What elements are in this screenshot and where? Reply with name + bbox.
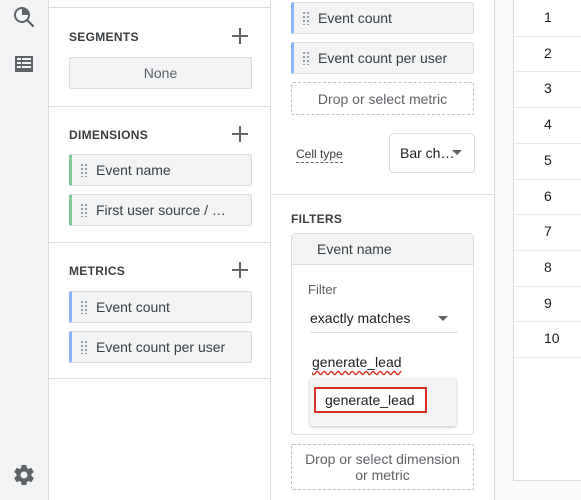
table-row-divider bbox=[514, 107, 581, 109]
table-icon[interactable] bbox=[12, 52, 36, 76]
metric-chip-event-count[interactable]: Event count bbox=[69, 291, 252, 323]
segments-title: SEGMENTS bbox=[69, 30, 139, 44]
drag-handle-icon[interactable] bbox=[80, 203, 88, 217]
cell-type-value: Bar ch… bbox=[400, 145, 455, 161]
table-row-divider bbox=[514, 321, 581, 323]
variables-panel: SEGMENTS None DIMENSIONS Event name Firs… bbox=[49, 0, 271, 500]
add-segment-icon[interactable] bbox=[232, 28, 248, 44]
drag-handle-icon[interactable] bbox=[302, 51, 310, 65]
segment-none-label: None bbox=[143, 65, 178, 81]
metric-chip-event-count-per-user[interactable]: Event count per user bbox=[69, 331, 252, 363]
dimensions-divider bbox=[49, 242, 270, 243]
cell-type-divider bbox=[271, 194, 494, 195]
metric-label: Event count bbox=[96, 299, 170, 315]
dimension-label: Event name bbox=[96, 162, 171, 178]
table-row-number: 5 bbox=[544, 151, 552, 168]
autocomplete-dropdown: generate_lead bbox=[310, 378, 456, 426]
table-row-number: 6 bbox=[544, 187, 552, 204]
table-row-number: 10 bbox=[544, 330, 560, 347]
top-divider bbox=[49, 7, 270, 8]
table-row-divider bbox=[514, 178, 581, 180]
metric-label: Event count per user bbox=[96, 339, 226, 355]
table-row-number: 1 bbox=[544, 9, 552, 25]
explore-icon[interactable] bbox=[12, 5, 36, 29]
table-row-divider bbox=[514, 214, 581, 216]
add-dimension-icon[interactable] bbox=[232, 126, 248, 142]
add-metric-icon[interactable] bbox=[232, 262, 248, 278]
filter-dimension-chip[interactable]: Event name bbox=[292, 234, 473, 265]
value-chip-event-count-per-user[interactable]: Event count per user bbox=[291, 42, 474, 74]
value-label: Event count per user bbox=[318, 50, 448, 66]
table-row-divider bbox=[514, 142, 581, 144]
dimensions-title: DIMENSIONS bbox=[69, 128, 149, 142]
table-row-number: 8 bbox=[544, 258, 552, 275]
table-row-divider bbox=[514, 35, 581, 37]
dimension-label: First user source / … bbox=[96, 202, 226, 218]
settings-gear-icon[interactable] bbox=[12, 463, 36, 487]
table-row-divider bbox=[514, 249, 581, 251]
metric-dropzone[interactable]: Drop or select metric bbox=[291, 82, 474, 115]
table-row-number: 7 bbox=[544, 223, 552, 240]
cell-type-label: Cell type bbox=[296, 147, 343, 163]
table-row-number: 9 bbox=[544, 294, 552, 311]
tab-settings-panel: Event count Event count per user Drop or… bbox=[271, 0, 495, 500]
chevron-down-icon bbox=[452, 150, 462, 155]
table-row-divider bbox=[514, 71, 581, 73]
table-row-number: 2 bbox=[544, 44, 552, 61]
left-nav-rail bbox=[0, 0, 49, 500]
dimension-chip-first-user-source[interactable]: First user source / … bbox=[69, 194, 252, 226]
filter-dimension-label: Event name bbox=[317, 241, 392, 257]
filter-dropzone[interactable]: Drop or select dimension or metric bbox=[291, 444, 474, 490]
value-label: Event count bbox=[318, 10, 392, 26]
chevron-down-icon bbox=[438, 316, 448, 321]
filter-label: Filter bbox=[308, 282, 337, 297]
match-type-value: exactly matches bbox=[310, 310, 411, 326]
metrics-divider bbox=[49, 378, 270, 379]
autocomplete-option-generate-lead[interactable]: generate_lead bbox=[314, 387, 427, 413]
cell-type-select[interactable]: Bar ch… bbox=[389, 133, 475, 173]
drag-handle-icon[interactable] bbox=[80, 340, 88, 354]
table-row-number: 4 bbox=[544, 116, 552, 133]
segment-none-chip[interactable]: None bbox=[69, 57, 252, 89]
drag-handle-icon[interactable] bbox=[80, 163, 88, 177]
table-row-divider bbox=[514, 285, 581, 287]
filter-editor: Event name Filter exactly matches genera… bbox=[291, 233, 474, 435]
drag-handle-icon[interactable] bbox=[302, 11, 310, 25]
metrics-title: METRICS bbox=[69, 264, 126, 278]
drag-handle-icon[interactable] bbox=[80, 300, 88, 314]
table-row-number: 3 bbox=[544, 80, 552, 97]
value-chip-event-count[interactable]: Event count bbox=[291, 2, 474, 34]
filter-value-input[interactable]: generate_lead bbox=[312, 354, 402, 370]
filters-title: FILTERS bbox=[291, 212, 343, 226]
segments-divider bbox=[49, 106, 270, 107]
match-type-select[interactable]: exactly matches bbox=[310, 304, 458, 333]
table-row-divider bbox=[514, 357, 581, 358]
dimension-chip-event-name[interactable]: Event name bbox=[69, 154, 252, 186]
data-table: 1 2 3 4 5 6 7 8 9 10 bbox=[513, 0, 581, 481]
